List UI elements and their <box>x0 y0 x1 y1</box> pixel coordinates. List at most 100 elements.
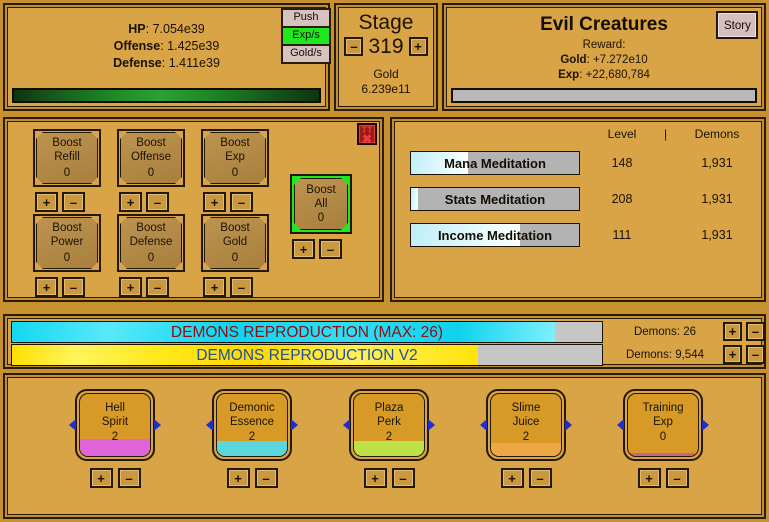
demons-reproduction-v2-plus[interactable]: + <box>723 345 742 364</box>
stage-gold: Gold 6.239e11 <box>336 67 436 97</box>
card-slime-juice: Slime Juice 2 + – <box>471 389 581 488</box>
plaza-perk-next-arrow-icon[interactable] <box>428 419 435 431</box>
top-status-row: HP: 7.054e39 Offense: 1.425e39 Defense: … <box>3 3 766 113</box>
demons-reproduction-minus[interactable]: – <box>746 322 765 341</box>
slime-juice-prev-arrow-icon[interactable] <box>480 419 487 431</box>
stats-meditation-button[interactable]: Stats Meditation <box>410 187 580 211</box>
boost-power-minus[interactable]: – <box>62 277 85 297</box>
toggle-push[interactable]: Push <box>282 9 330 27</box>
demons-reproduction-v2-controls: Demons: 9,544 + – <box>615 344 765 366</box>
boost-exp-minus[interactable]: – <box>230 192 253 212</box>
training-exp-line1: Training <box>642 401 684 414</box>
story-button[interactable]: Story <box>716 11 758 39</box>
boost-gold-cell: Boost Gold 0 + – <box>201 214 269 297</box>
training-exp-minus[interactable]: – <box>665 468 689 488</box>
income-meditation-demons: 1,931 <box>701 228 733 242</box>
plaza-perk-button[interactable]: Plaza Perk 2 <box>349 389 429 461</box>
boost-all-minus[interactable]: – <box>319 239 342 259</box>
boost-defense-cell: Boost Defense 0 + – <box>117 214 185 297</box>
boost-defense-value: 0 <box>147 252 155 264</box>
boost-exp-button[interactable]: Boost Exp 0 <box>201 129 269 187</box>
plaza-perk-prev-arrow-icon[interactable] <box>343 419 350 431</box>
demons-reproduction-v2-minus[interactable]: – <box>746 345 765 364</box>
boost-offense-line1: Boost <box>136 137 166 149</box>
boost-exp-stepper: + – <box>201 192 269 212</box>
boost-refill-stepper: + – <box>33 192 101 212</box>
slime-juice-button[interactable]: Slime Juice 2 <box>486 389 566 461</box>
boost-gold-minus[interactable]: – <box>230 277 253 297</box>
boost-refill-plus[interactable]: + <box>35 192 58 212</box>
hell-spirit-minus[interactable]: – <box>117 468 141 488</box>
income-meditation-level: 111 <box>612 228 632 242</box>
boost-power-button[interactable]: Boost Power 0 <box>33 214 101 272</box>
hell-spirit-button[interactable]: Hell Spirit 2 <box>75 389 155 461</box>
boost-all-button[interactable]: Boost All 0 <box>290 174 352 234</box>
training-exp-liquid <box>628 453 698 456</box>
demonic-essence-next-arrow-icon[interactable] <box>291 419 298 431</box>
training-exp-button[interactable]: Training Exp 0 <box>623 389 703 461</box>
boost-refill-button[interactable]: Boost Refill 0 <box>33 129 101 187</box>
boost-exp-line1: Boost <box>220 137 250 149</box>
reward-gold-label: Gold <box>560 54 587 66</box>
boost-power-stepper: + – <box>33 277 101 297</box>
training-exp-prev-arrow-icon[interactable] <box>617 419 624 431</box>
boost-all-plus[interactable]: + <box>292 239 315 259</box>
stage-decrement-button[interactable]: – <box>344 37 364 56</box>
stage-increment-button[interactable]: + <box>408 37 428 56</box>
boost-power-plus[interactable]: + <box>35 277 58 297</box>
boost-defense-plus[interactable]: + <box>119 277 142 297</box>
slime-juice-plus[interactable]: + <box>500 468 524 488</box>
boost-offense-minus[interactable]: – <box>146 192 169 212</box>
boost-refill-minus[interactable]: – <box>62 192 85 212</box>
boost-refill-value: 0 <box>63 167 71 179</box>
hell-spirit-prev-arrow-icon[interactable] <box>69 419 76 431</box>
hell-spirit-plus[interactable]: + <box>89 468 113 488</box>
meditation-row-mana: Mana Meditation 148 1,931 <box>410 151 754 175</box>
close-icon[interactable]: TT ✖ <box>357 123 377 145</box>
boost-exp-value: 0 <box>231 167 239 179</box>
offense-value: 1.425e39 <box>167 39 220 53</box>
slime-juice-line1: Slime <box>511 401 541 414</box>
boost-gold-button[interactable]: Boost Gold 0 <box>201 214 269 272</box>
boost-defense-button[interactable]: Boost Defense 0 <box>117 214 185 272</box>
boost-gold-plus[interactable]: + <box>203 277 226 297</box>
training-exp-plus[interactable]: + <box>637 468 661 488</box>
hell-spirit-stepper: + – <box>60 468 170 488</box>
mana-meditation-button[interactable]: Mana Meditation <box>410 151 580 175</box>
hp-bar-fill <box>14 90 319 101</box>
demons-reproduction-v2-button[interactable]: DEMONS REPRODUCTION V2 <box>11 344 603 366</box>
demons-reproduction-controls: Demons: 26 + – <box>615 321 765 343</box>
slime-juice-next-arrow-icon[interactable] <box>565 419 572 431</box>
demonic-essence-prev-arrow-icon[interactable] <box>206 419 213 431</box>
slime-juice-minus[interactable]: – <box>528 468 552 488</box>
income-meditation-button[interactable]: Income Meditation <box>410 223 580 247</box>
meditation-header-separator: | <box>664 127 668 141</box>
reward-gold-value: +7.272e10 <box>592 54 648 66</box>
boost-defense-minus[interactable]: – <box>146 277 169 297</box>
boost-offense-plus[interactable]: + <box>119 192 142 212</box>
meditation-header-demons: Demons <box>694 127 740 141</box>
boost-offense-cell: Boost Offense 0 + – <box>117 129 185 212</box>
income-meditation-label: Income Meditation <box>437 228 553 243</box>
defense-label: Defense <box>113 56 162 70</box>
training-exp-next-arrow-icon[interactable] <box>702 419 709 431</box>
demonic-essence-value: 2 <box>248 430 256 443</box>
boost-defense-line2: Defense <box>129 236 173 248</box>
demonic-essence-plus[interactable]: + <box>226 468 250 488</box>
toggle-gold-per-sec[interactable]: Gold/s <box>282 45 330 63</box>
enemy-health-bar <box>451 88 757 103</box>
demonic-essence-minus[interactable]: – <box>254 468 278 488</box>
offense-label: Offense <box>113 39 161 53</box>
demons-reproduction-button[interactable]: DEMONS REPRODUCTION (MAX: 26) <box>11 321 603 343</box>
plaza-perk-plus[interactable]: + <box>363 468 387 488</box>
plaza-perk-minus[interactable]: – <box>391 468 415 488</box>
boost-offense-button[interactable]: Boost Offense 0 <box>117 129 185 187</box>
hell-spirit-next-arrow-icon[interactable] <box>154 419 161 431</box>
reward-exp-label: Exp <box>558 69 580 81</box>
boost-exp-plus[interactable]: + <box>203 192 226 212</box>
toggle-exp-per-sec[interactable]: Exp/s <box>282 27 330 45</box>
training-exp-value: 0 <box>659 430 667 443</box>
demons-reproduction-plus[interactable]: + <box>723 322 742 341</box>
boost-offense-line2: Offense <box>130 151 172 163</box>
demonic-essence-button[interactable]: Demonic Essence 2 <box>212 389 292 461</box>
